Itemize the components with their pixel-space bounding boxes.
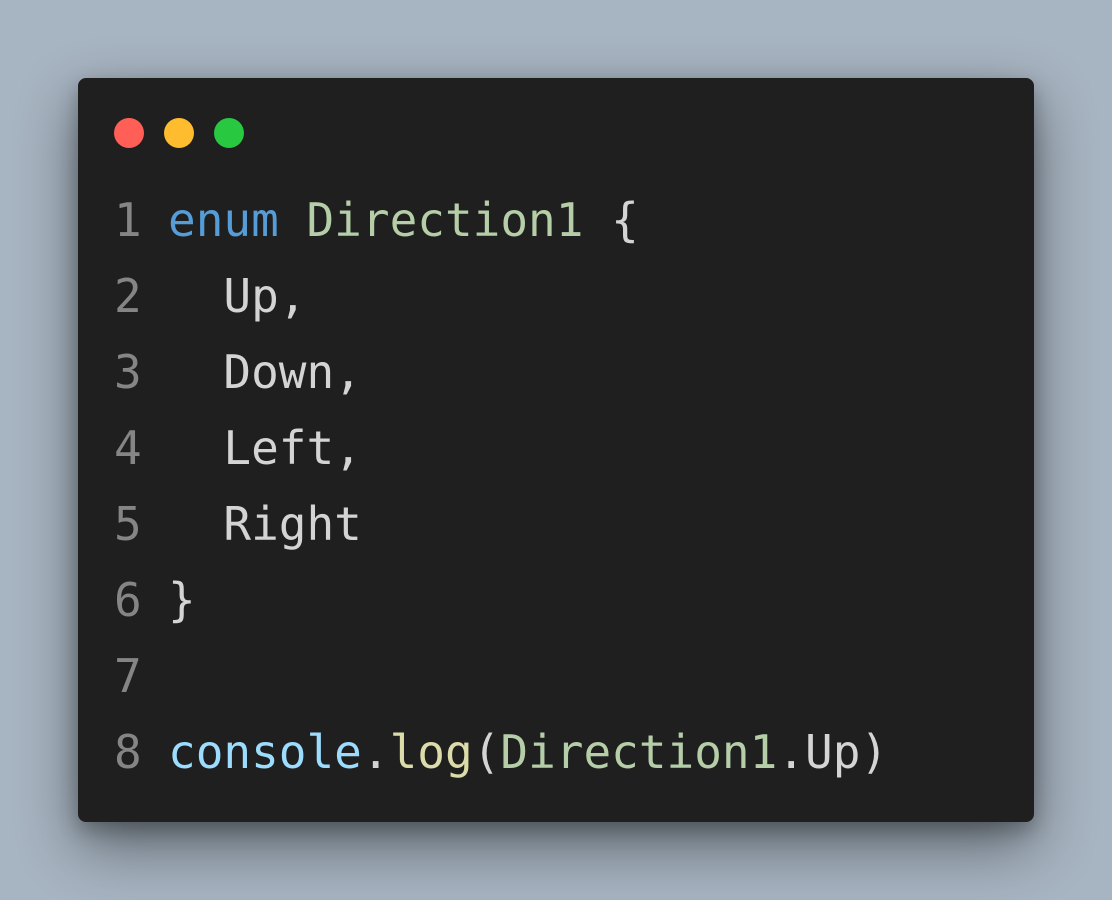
code-line: 1 enum Direction1 { [114, 182, 888, 258]
minimize-dot-icon[interactable] [164, 118, 194, 148]
code-token-type: Direction1 [306, 193, 584, 247]
code-token-keyword: enum [168, 193, 279, 247]
code-token-plain: Right [168, 497, 362, 551]
line-source: console.log(Direction1.Up) [168, 714, 888, 790]
line-number: 5 [114, 497, 142, 551]
code-window: 1 enum Direction1 { 2 Up, 3 Down, 4 Left… [78, 78, 1034, 822]
window-controls [114, 118, 244, 148]
code-token-plain: Up, [168, 269, 307, 323]
line-number: 1 [114, 193, 142, 247]
code-token-variable: console [168, 725, 362, 779]
code-line: 7 [114, 638, 888, 714]
code-line: 4 Left, [114, 410, 888, 486]
line-source: Down, [168, 334, 362, 410]
line-source: Up, [168, 258, 306, 334]
code-token-plain: } [168, 573, 196, 627]
line-number: 6 [114, 573, 142, 627]
code-block: 1 enum Direction1 { 2 Up, 3 Down, 4 Left… [114, 182, 888, 790]
code-line: 2 Up, [114, 258, 888, 334]
code-token-plain: Left, [168, 421, 362, 475]
code-line: 3 Down, [114, 334, 888, 410]
code-token-plain: . [361, 725, 390, 779]
close-dot-icon[interactable] [114, 118, 144, 148]
code-line: 8 console.log(Direction1.Up) [114, 714, 888, 790]
code-line: 6 } [114, 562, 888, 638]
code-token-plain: .Up) [777, 725, 889, 779]
line-number: 4 [114, 421, 142, 475]
line-source: enum Direction1 { [168, 182, 639, 258]
line-number: 3 [114, 345, 142, 399]
line-number: 8 [114, 725, 142, 779]
line-source: } [168, 562, 196, 638]
code-token-type: Direction1 [500, 725, 778, 779]
code-line: 5 Right [114, 486, 888, 562]
maximize-dot-icon[interactable] [214, 118, 244, 148]
line-number: 7 [114, 649, 142, 703]
line-source: Right [168, 486, 362, 562]
line-number: 2 [114, 269, 142, 323]
code-token-plain: ( [472, 725, 501, 779]
code-token-plain: Down, [168, 345, 362, 399]
code-token-plain: { [583, 193, 639, 247]
line-source: Left, [168, 410, 362, 486]
code-token-function: log [389, 725, 473, 779]
